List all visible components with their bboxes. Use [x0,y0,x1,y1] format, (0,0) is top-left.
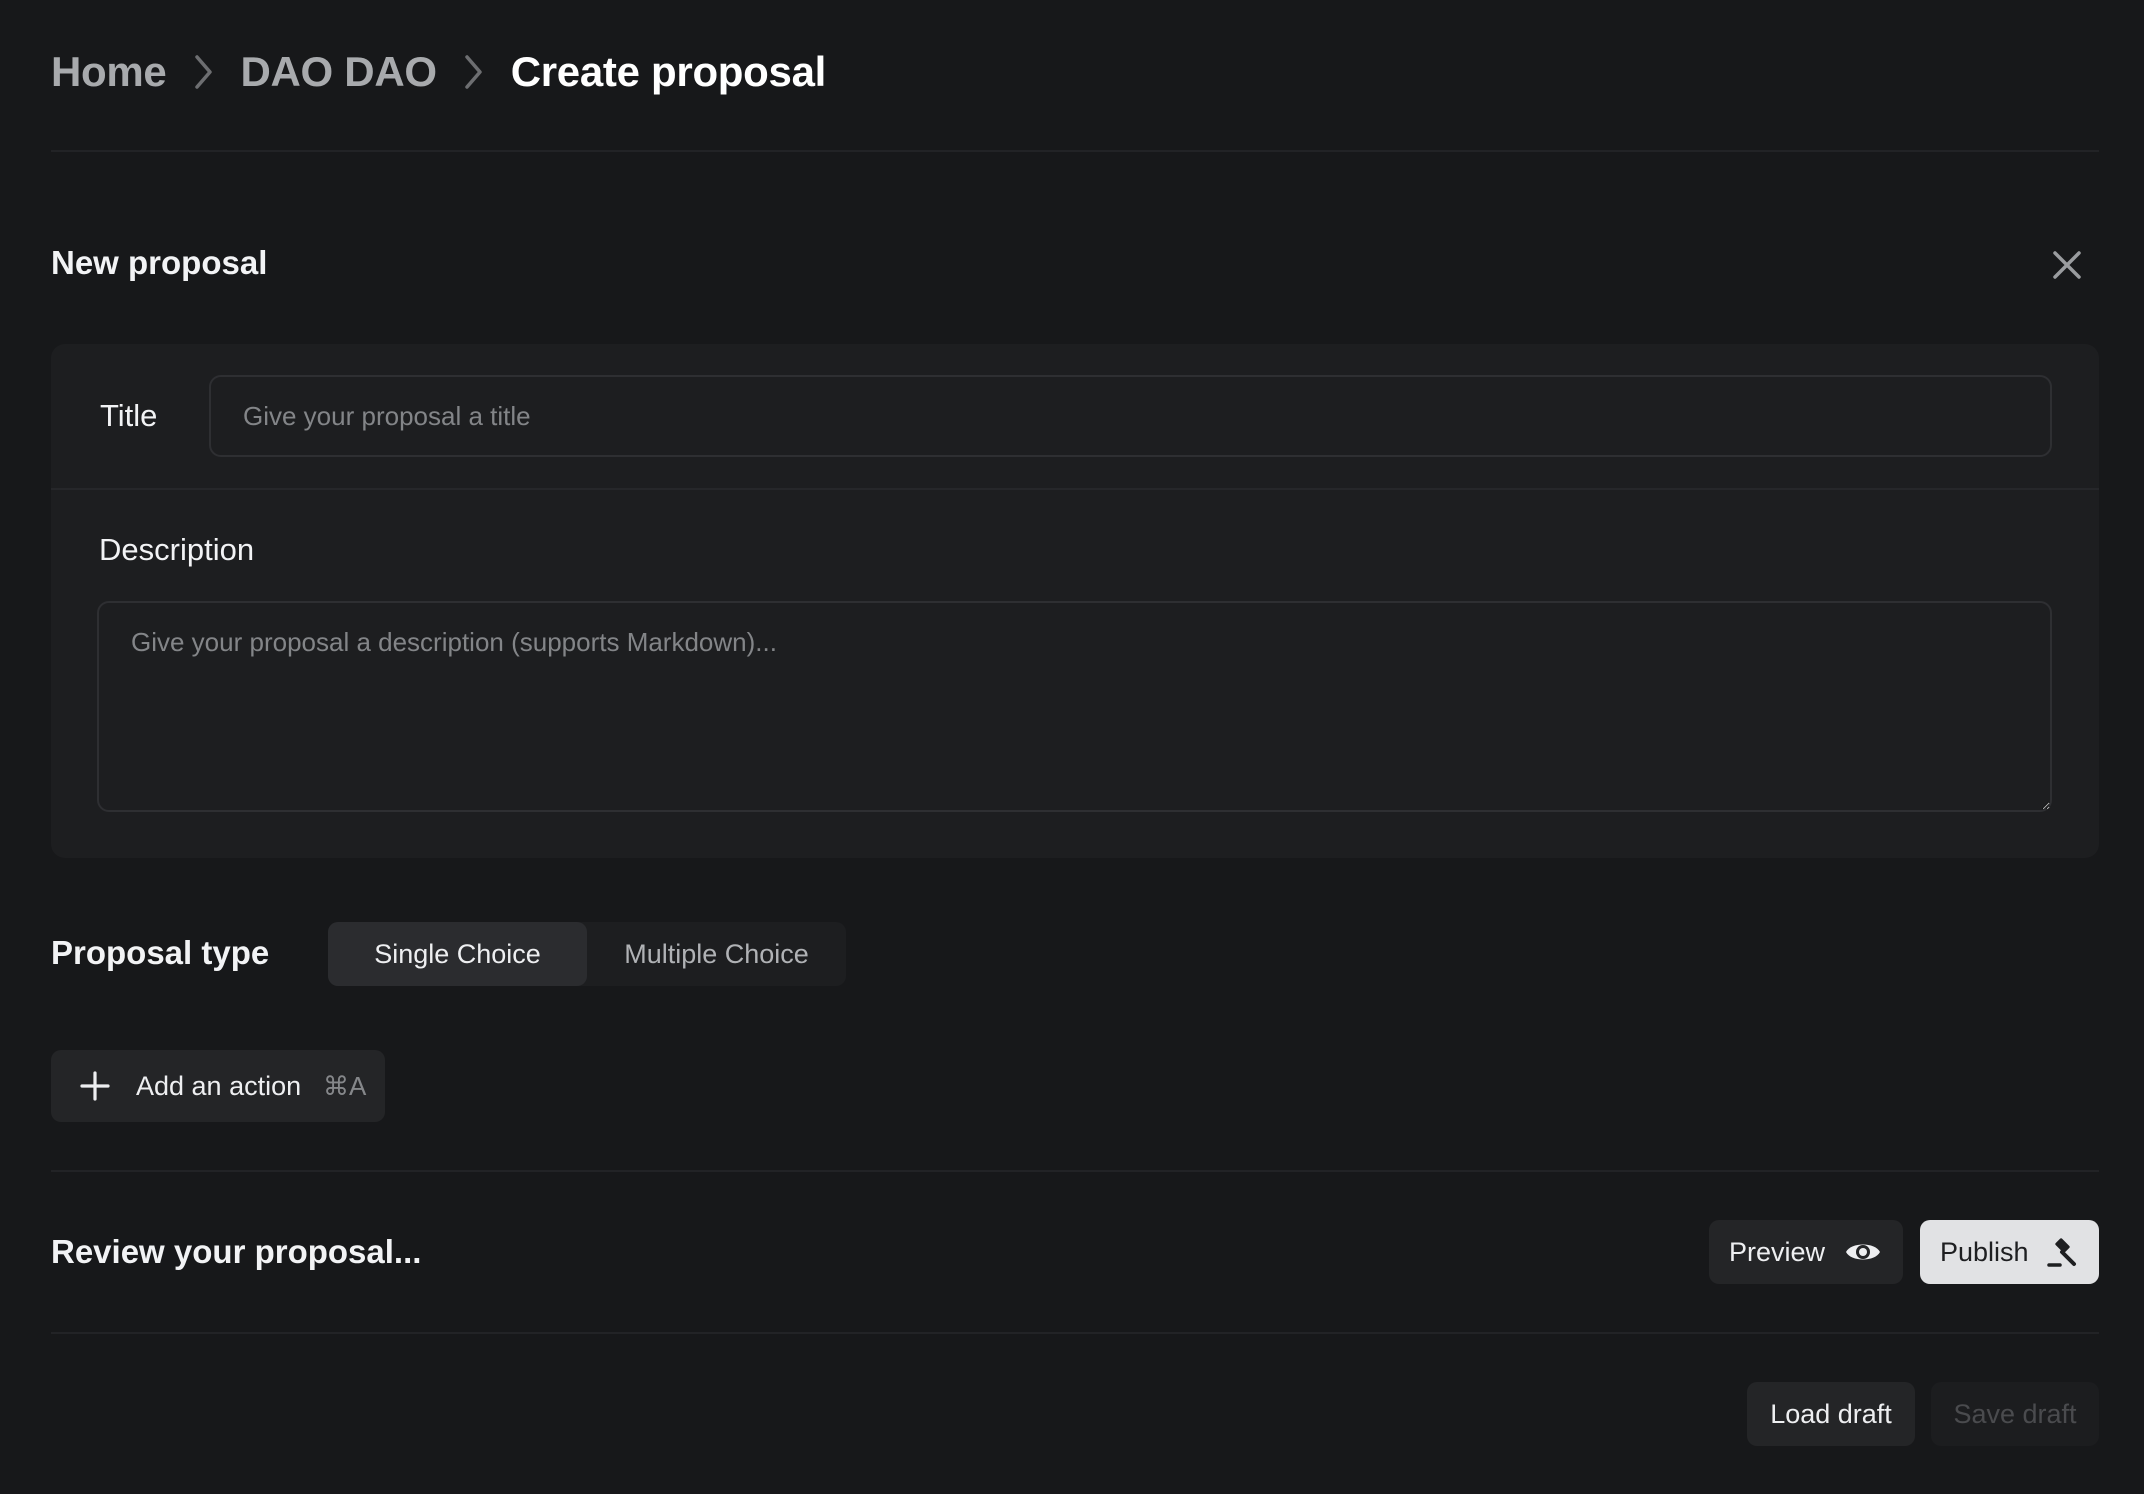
card-divider [51,488,2099,490]
add-action-shortcut: ⌘A [323,1070,367,1101]
proposal-form-card: Title Description [51,344,2099,858]
review-heading: Review your proposal... [51,1233,422,1270]
chevron-right-icon [449,52,499,92]
title-input[interactable] [209,375,2052,457]
load-draft-button[interactable]: Load draft [1747,1382,1915,1446]
preview-button[interactable]: Preview [1709,1220,1903,1284]
gavel-icon [2047,1238,2076,1267]
header-divider [51,150,2099,152]
breadcrumb-dao[interactable]: DAO DAO [241,48,438,96]
review-divider [51,1332,2099,1334]
description-textarea[interactable] [97,601,2052,812]
proposal-type-selector: Single Choice Multiple Choice [328,922,846,986]
title-label: Title [100,398,158,433]
close-icon [2053,251,2081,279]
close-button[interactable] [2043,241,2091,289]
title-row: Title [51,344,2099,489]
publish-button[interactable]: Publish [1920,1220,2099,1284]
proposal-type-label: Proposal type [51,934,270,971]
option-multiple-choice[interactable]: Multiple Choice [587,922,846,986]
breadcrumb: Home DAO DAO Create proposal [51,46,826,98]
option-single-choice[interactable]: Single Choice [328,922,587,986]
breadcrumb-current: Create proposal [510,48,827,95]
preview-label: Preview [1729,1236,1826,1267]
add-action-button[interactable]: Add an action ⌘A [51,1050,385,1122]
form-heading: New proposal [51,244,268,281]
plus-icon [80,1071,110,1101]
description-label: Description [99,532,255,567]
section-divider [51,1170,2099,1172]
add-action-label: Add an action [136,1070,302,1101]
publish-label: Publish [1940,1236,2029,1267]
breadcrumb-home[interactable]: Home [51,48,167,96]
save-draft-button[interactable]: Save draft [1931,1382,2099,1446]
chevron-right-icon [179,52,229,92]
create-proposal-page: Home DAO DAO Create proposal New proposa… [0,0,2144,1494]
eye-icon [1846,1244,1880,1260]
